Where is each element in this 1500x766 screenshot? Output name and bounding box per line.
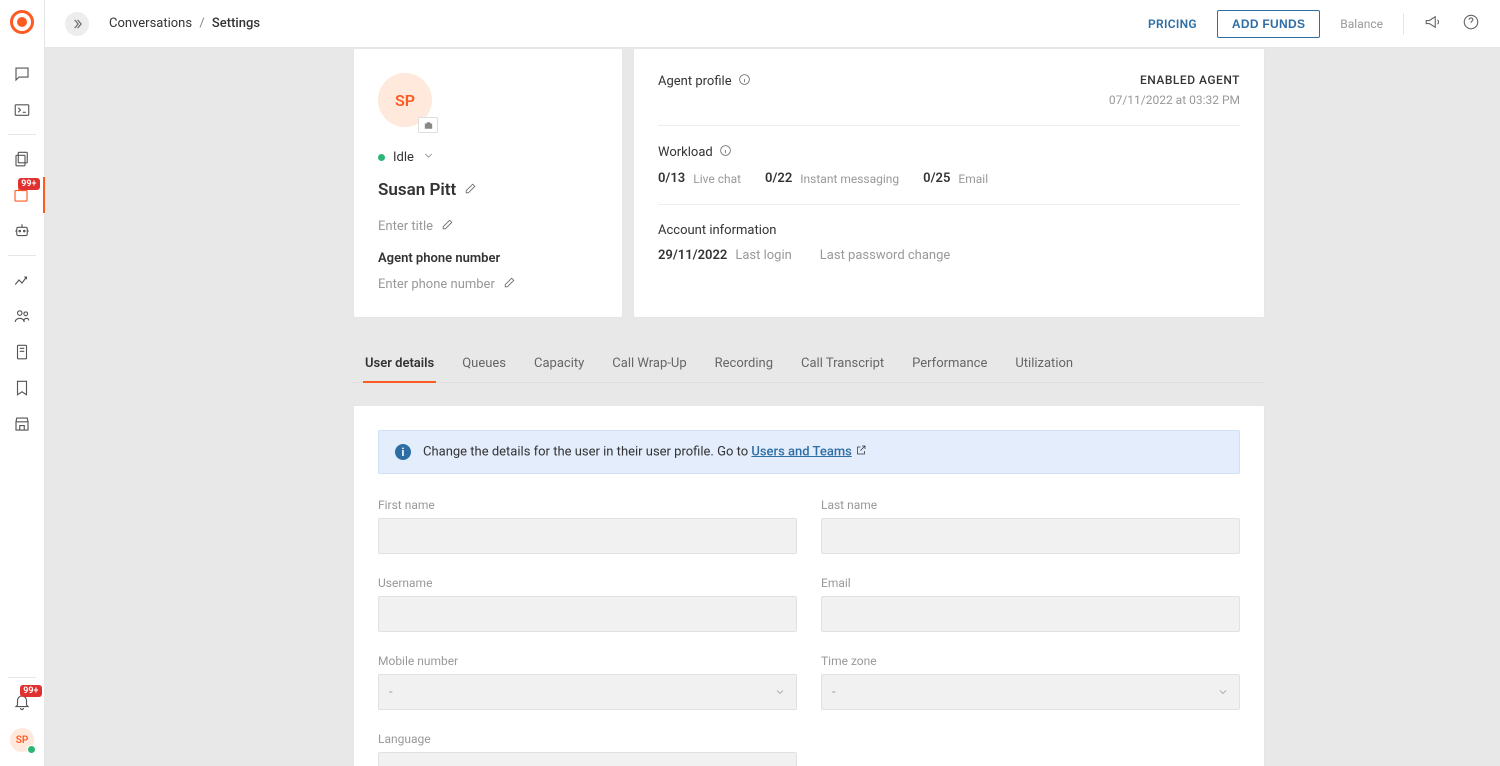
tab-capacity[interactable]: Capacity bbox=[532, 346, 586, 382]
agent-status[interactable]: Idle bbox=[378, 149, 598, 166]
banner-text: Change the details for the user in their… bbox=[423, 444, 751, 459]
enabled-agent-label: ENABLED AGENT bbox=[1109, 73, 1240, 87]
stat-email-label: Email bbox=[958, 172, 988, 186]
agent-phone-placeholder: Enter phone number bbox=[378, 277, 495, 292]
stat-live-chat-label: Live chat bbox=[693, 172, 741, 186]
user-details-panel: i Change the details for the user in the… bbox=[353, 405, 1265, 766]
nav-chat-icon[interactable] bbox=[0, 56, 45, 92]
last-login-val: 29/11/2022 bbox=[658, 248, 727, 263]
agent-status-label: Idle bbox=[393, 150, 414, 165]
timezone-select-value: - bbox=[832, 685, 836, 700]
nav-book-icon[interactable] bbox=[0, 334, 45, 370]
info-icon[interactable] bbox=[738, 73, 751, 90]
sidebar: 99+ 99+ SP bbox=[0, 0, 45, 766]
breadcrumb: Conversations / Settings bbox=[109, 16, 260, 31]
announce-icon[interactable] bbox=[1424, 13, 1442, 35]
tab-queues[interactable]: Queues bbox=[460, 346, 508, 382]
external-link-icon bbox=[855, 444, 867, 460]
users-and-teams-link[interactable]: Users and Teams bbox=[751, 444, 851, 459]
status-dot-icon bbox=[378, 154, 385, 161]
nav-agents-badge: 99+ bbox=[18, 178, 39, 190]
nav-people-icon[interactable] bbox=[0, 298, 45, 334]
agent-title-input[interactable]: Enter title bbox=[378, 218, 598, 235]
agent-avatar-initials: SP bbox=[395, 91, 415, 110]
last-login-label: Last login bbox=[735, 248, 791, 263]
nav-bot-icon[interactable] bbox=[0, 213, 45, 249]
edit-name-icon[interactable] bbox=[464, 180, 477, 200]
language-label: Language bbox=[378, 732, 797, 746]
agent-avatar[interactable]: SP bbox=[378, 73, 432, 127]
current-user-avatar[interactable]: SP bbox=[10, 728, 34, 752]
language-select-value: - bbox=[389, 763, 393, 766]
info-banner: i Change the details for the user in the… bbox=[378, 430, 1240, 474]
agent-title-placeholder: Enter title bbox=[378, 219, 433, 234]
first-name-input[interactable] bbox=[378, 518, 797, 554]
stat-live-chat-val: 0/13 bbox=[658, 171, 685, 186]
stat-last-login: 29/11/2022 Last login bbox=[658, 248, 792, 263]
tab-utilization[interactable]: Utilization bbox=[1013, 346, 1075, 382]
mobile-select-value: - bbox=[389, 685, 393, 700]
help-icon[interactable] bbox=[1462, 13, 1480, 35]
edit-title-icon bbox=[441, 218, 454, 235]
info-icon[interactable] bbox=[719, 144, 732, 161]
email-label: Email bbox=[821, 576, 1240, 590]
tab-performance[interactable]: Performance bbox=[910, 346, 989, 382]
email-input[interactable] bbox=[821, 596, 1240, 632]
expand-sidebar-button[interactable] bbox=[65, 12, 89, 36]
balance-label: Balance bbox=[1340, 17, 1383, 31]
nav-notif-badge: 99+ bbox=[20, 685, 41, 697]
tab-call-transcript[interactable]: Call Transcript bbox=[799, 346, 886, 382]
nav-store-icon[interactable] bbox=[0, 406, 45, 442]
agent-identity-card: SP Idle Sus bbox=[353, 48, 623, 318]
nav-analytics-icon[interactable] bbox=[0, 262, 45, 298]
stat-last-pwd: Last password change bbox=[820, 248, 950, 263]
workload-title: Workload bbox=[658, 145, 713, 160]
breadcrumb-parent[interactable]: Conversations bbox=[109, 16, 192, 31]
agent-profile-card: Agent profile ENABLED AGENT 07/11/2022 a… bbox=[633, 48, 1265, 318]
username-input[interactable] bbox=[378, 596, 797, 632]
breadcrumb-current: Settings bbox=[212, 16, 260, 31]
stat-live-chat: 0/13 Live chat bbox=[658, 171, 741, 186]
nav-agents-icon[interactable]: 99+ bbox=[0, 177, 45, 213]
stat-im-val: 0/22 bbox=[765, 171, 792, 186]
profile-timestamp: 07/11/2022 at 03:32 PM bbox=[1109, 93, 1240, 107]
phone-label: Agent phone number bbox=[378, 251, 598, 266]
tab-recording[interactable]: Recording bbox=[713, 346, 775, 382]
nav-bookmark-icon[interactable] bbox=[0, 370, 45, 406]
tab-user-details[interactable]: User details bbox=[363, 346, 436, 383]
stat-email: 0/25 Email bbox=[923, 171, 988, 186]
last-name-label: Last name bbox=[821, 498, 1240, 512]
stat-email-val: 0/25 bbox=[923, 171, 950, 186]
timezone-select[interactable]: - bbox=[821, 674, 1240, 710]
chevron-down-icon bbox=[1217, 686, 1229, 698]
account-info-title: Account information bbox=[658, 223, 777, 238]
language-select[interactable]: - bbox=[378, 752, 797, 766]
stat-im-label: Instant messaging bbox=[800, 172, 899, 186]
timezone-label: Time zone bbox=[821, 654, 1240, 668]
brand-logo[interactable] bbox=[10, 10, 34, 34]
first-name-label: First name bbox=[378, 498, 797, 512]
pricing-link[interactable]: PRICING bbox=[1148, 17, 1197, 31]
tab-call-wrapup[interactable]: Call Wrap-Up bbox=[610, 346, 688, 382]
edit-phone-icon bbox=[503, 276, 516, 293]
last-pwd-label: Last password change bbox=[820, 248, 950, 263]
add-funds-button[interactable]: ADD FUNDS bbox=[1217, 10, 1320, 38]
info-circle-icon: i bbox=[395, 444, 411, 460]
chevron-down-icon bbox=[774, 686, 786, 698]
agent-profile-title: Agent profile bbox=[658, 74, 732, 89]
stat-instant-messaging: 0/22 Instant messaging bbox=[765, 171, 899, 186]
last-name-input[interactable] bbox=[821, 518, 1240, 554]
topbar: Conversations / Settings PRICING ADD FUN… bbox=[45, 0, 1500, 48]
camera-icon[interactable] bbox=[418, 117, 438, 133]
mobile-select[interactable]: - bbox=[378, 674, 797, 710]
tabs: User details Queues Capacity Call Wrap-U… bbox=[353, 346, 1265, 383]
mobile-label: Mobile number bbox=[378, 654, 797, 668]
agent-name-text: Susan Pitt bbox=[378, 180, 456, 200]
agent-phone-input[interactable]: Enter phone number bbox=[378, 276, 598, 293]
nav-copy-icon[interactable] bbox=[0, 141, 45, 177]
chevron-down-icon bbox=[422, 149, 435, 166]
nav-notifications-icon[interactable]: 99+ bbox=[0, 684, 45, 720]
nav-terminal-icon[interactable] bbox=[0, 92, 45, 128]
username-label: Username bbox=[378, 576, 797, 590]
